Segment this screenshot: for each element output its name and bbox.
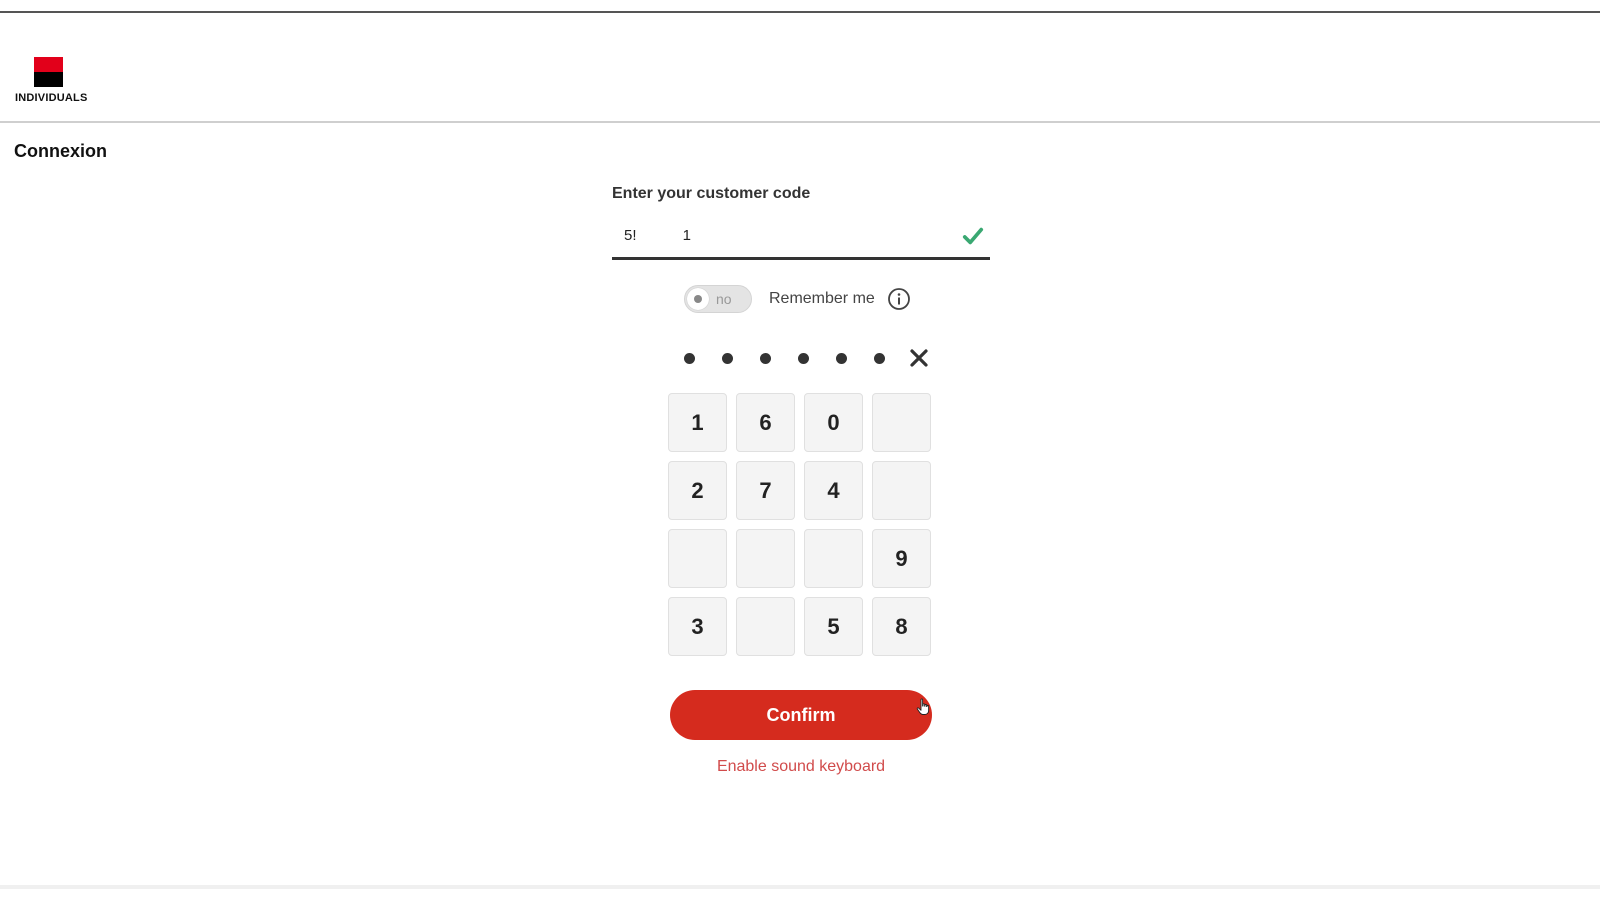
pin-dot [760, 352, 771, 364]
remember-me-row: no Remember me [684, 283, 911, 315]
customer-code-label: Enter your customer code [612, 185, 811, 202]
toggle-state-label: no [716, 291, 732, 307]
customer-code-input[interactable]: 5! 1 [612, 219, 990, 260]
logo-mark-icon [34, 57, 63, 87]
login-page: INDIVIDUALS Connexion Enter your custome… [0, 0, 1600, 900]
remember-me-label: Remember me [769, 290, 875, 307]
hand-cursor-icon [916, 698, 930, 715]
keypad-key[interactable]: 4 [804, 461, 863, 520]
pin-dot [798, 352, 809, 364]
keypad-key[interactable]: 1 [668, 393, 727, 452]
pin-dot [722, 352, 733, 364]
keypad-key-empty[interactable] [872, 393, 931, 452]
keypad-key[interactable]: 3 [668, 597, 727, 656]
toggle-knob [687, 288, 709, 310]
page-title: Connexion [14, 141, 107, 161]
keypad-key-empty[interactable] [804, 529, 863, 588]
confirm-button-label: Confirm [766, 704, 836, 725]
remember-me-toggle[interactable]: no [684, 285, 752, 313]
keypad-key[interactable]: 0 [804, 393, 863, 452]
header: INDIVIDUALS [0, 13, 1600, 121]
brand-label: INDIVIDUALS [15, 92, 88, 104]
brand-logo[interactable]: INDIVIDUALS [15, 57, 88, 107]
keypad-key[interactable]: 5 [804, 597, 863, 656]
pin-indicator [684, 348, 929, 368]
bottom-divider [0, 885, 1600, 889]
keypad-key[interactable]: 7 [736, 461, 795, 520]
pin-dot [874, 352, 885, 364]
virtual-keypad: 1 6 0 2 7 4 9 3 5 8 [668, 393, 931, 656]
keypad-key[interactable]: 9 [872, 529, 931, 588]
check-icon [962, 227, 984, 245]
keypad-key-empty[interactable] [872, 461, 931, 520]
customer-code-value: 5! 1 [624, 227, 692, 244]
close-icon[interactable] [909, 348, 929, 368]
keypad-key-empty[interactable] [668, 529, 727, 588]
pin-dot [684, 352, 695, 364]
confirm-button[interactable]: Confirm [670, 690, 932, 740]
enable-sound-keyboard-link[interactable]: Enable sound keyboard [670, 758, 932, 776]
login-form: Enter your customer code 5! 1 no Remembe… [612, 185, 990, 775]
keypad-key[interactable]: 8 [872, 597, 931, 656]
keypad-key[interactable]: 6 [736, 393, 795, 452]
keypad-key[interactable]: 2 [668, 461, 727, 520]
header-divider [0, 121, 1600, 123]
info-icon[interactable] [887, 287, 911, 311]
keypad-key-empty[interactable] [736, 529, 795, 588]
pin-dot [836, 352, 847, 364]
keypad-key-empty[interactable] [736, 597, 795, 656]
